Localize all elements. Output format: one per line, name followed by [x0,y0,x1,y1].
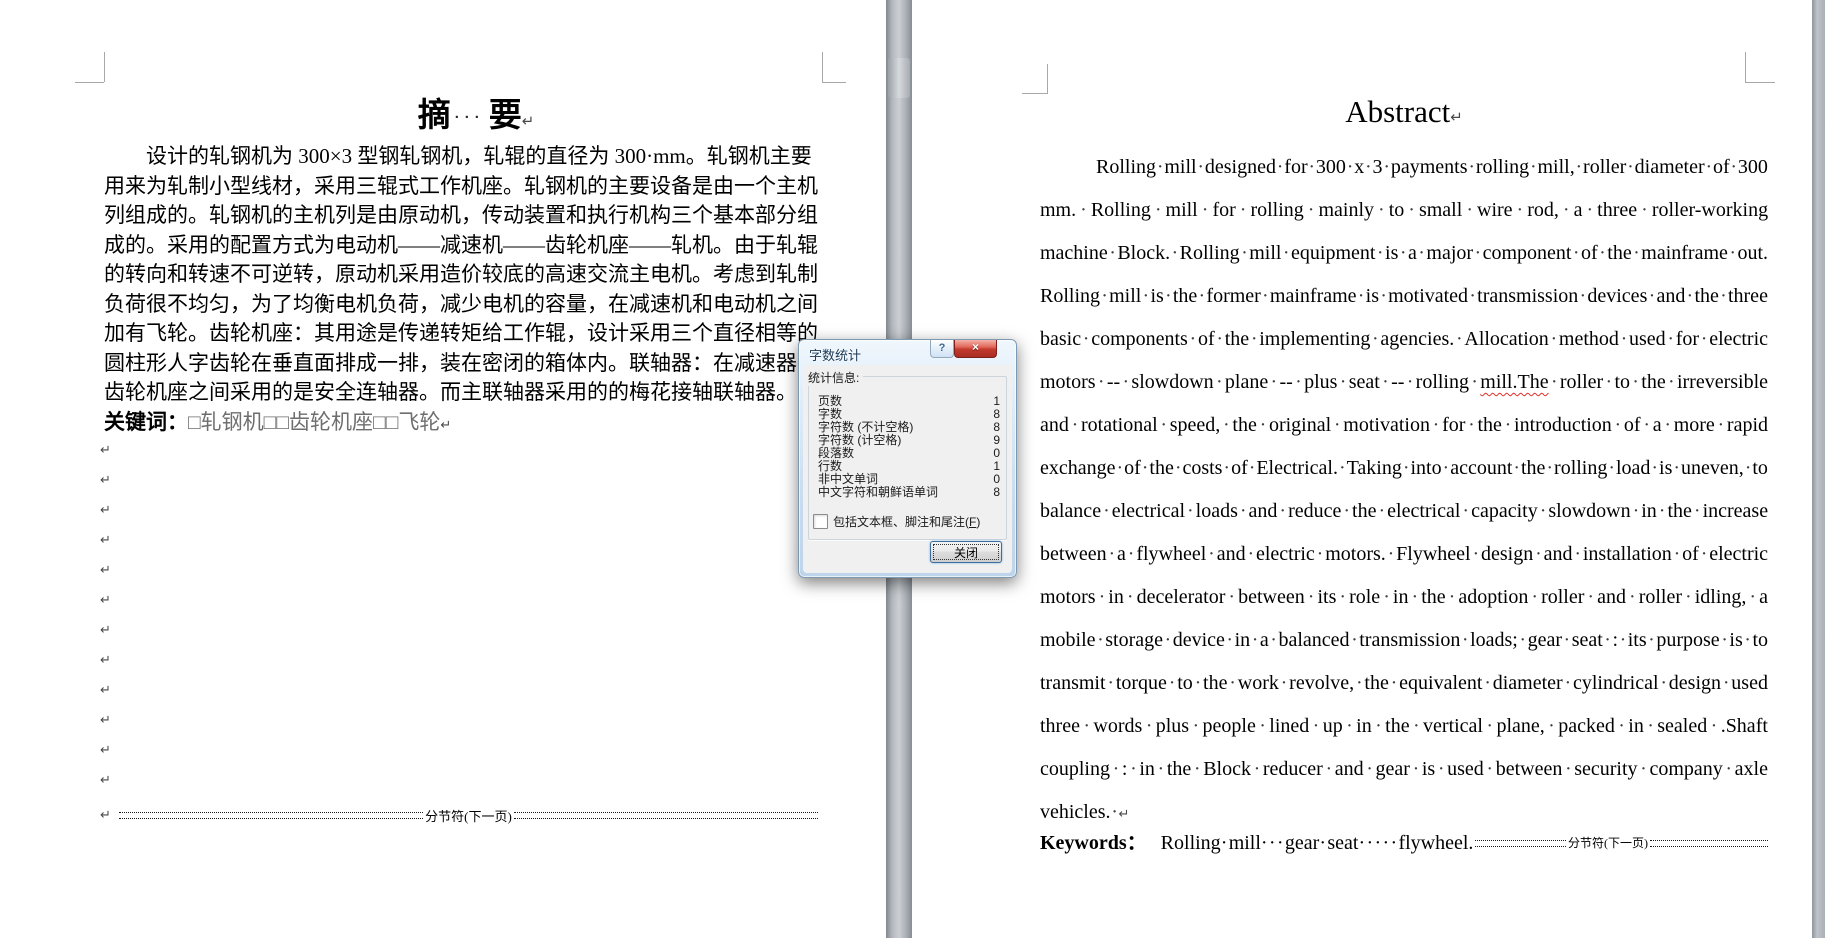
paragraph-mark: ↵ [100,533,111,548]
stat-row: 段落数 0 [818,447,1000,460]
title-text-left: 摘 [417,96,451,133]
paragraph-mark: ↵ [440,417,452,433]
paragraph-mark: ↵ [100,563,111,578]
chinese-title: 摘 ··· 要↵ [104,88,848,136]
text-line-with-spellcheck: motors · -- · slowdown · plane · -- · plus · seat · --… [1040,361,1768,404]
text-line: 成的。采用的配置方式为电动机——减速机——齿轮机座——轧机。由于轧辊 [104,232,818,257]
paragraph-mark: ↵ [100,773,111,788]
paragraph-mark: ↵ [100,683,111,698]
text-line: 用来为轧制小型线材，采用三辊式工作机座。轧钢机的主要设备是由一个主机 [104,173,818,198]
title-text-right: 要 [488,96,522,133]
fullwidth-space-marks: □轧钢机□□齿轮机座□□飞轮 [188,409,441,434]
stat-label: 中文字符和朝鲜语单词 [818,485,939,499]
keywords-line-en: Keywords： Rolling · mill · · · gear · seat · · · · · fl… [1040,824,1768,862]
include-footnotes-checkbox[interactable] [813,514,828,529]
text-line: 的转向和转速不可逆转，原动机采用造价较底的高速交流主电机。考虑到轧制 [104,262,818,286]
text-line: machine · Block. · Rolling · mill · equipment · is… [1040,242,1769,264]
text-line: transmit · torque · to · the · work · revolve, · the… [1040,672,1768,694]
text-line: between · a · flywheel · and · electric · motors. ·… [1040,543,1769,565]
paragraph-mark: ↵ [100,623,111,638]
text-line: 圆柱形人字齿轮在垂直面排成一排，装在密闭的箱体内。联轴器：在减速器 [104,350,797,375]
text-line: mm. · Rolling · mill · for · rolling · mainly · to · s… [1040,199,1769,221]
space-marks: ··· [454,108,485,126]
section-break-line [118,811,424,819]
keywords-line-zh: 关键词：□轧钢机□□齿轮机座□□飞轮↵ [104,407,852,437]
text-line: three · words · plus · people · lined · up · in · the ·… [1040,715,1768,737]
close-button[interactable]: 关闭 [930,541,1002,563]
text-line: and · rotational · speed, · the · original · motiv… [1040,414,1768,436]
paragraph-mark: ↵ [100,653,111,668]
page-chinese-abstract: 摘 ··· 要↵ 设计的轧钢机为 300×3 型钢轧钢机，轧辊的直径为 300·mm… [0,0,886,938]
section-break-line [513,811,819,819]
close-icon[interactable]: × [954,340,997,358]
word-two-page-view: 摘 ··· 要↵ 设计的轧钢机为 300×3 型钢轧钢机，轧辊的直径为 300·mm… [0,0,1825,938]
stat-value: 8 [993,485,1000,499]
title-text: Abstract [1345,94,1451,129]
english-title: Abstract↵ [1040,94,1768,130]
text-line: exchange · of · the · costs · of · Electrical. · Tak… [1040,457,1768,479]
word-count-dialog: 字数统计 ? × 统计信息: 页数 1 字数 8 字符数 (不计空格) 8 字符数 (… [798,339,1017,578]
stat-row: 中文字符和朝鲜语单词 8 [818,486,1000,499]
section-break-line [1650,839,1768,847]
section-break: 分节符(下一页) [1475,824,1768,862]
app-background-edge [1812,0,1825,938]
scrollbar-thumb[interactable] [888,58,910,98]
paragraph-mark: ↵ [100,473,111,488]
section-break-line [1475,839,1566,847]
text-line: 列组成的。轧钢机的主机列是由原动机，传动装置和执行机构三个基本部分组 [104,203,818,227]
text-line: motors · in · decelerator · between · its · role · i… [1040,586,1769,608]
dialog-title: 字数统计 [809,348,862,363]
text-line: 加有飞轮。齿轮机座：其用途是传递转矩给工作辊，设计采用三个直径相等的 [104,321,818,345]
text-line: balance · electrical · loads · and · reduce · the ·… [1040,500,1769,522]
statistics-group-label: 统计信息: [808,369,864,386]
text-line: coupling ·: · in · the · Block · reducer · and · gear… [1040,758,1768,780]
paragraph-mark: ↵ [100,743,111,758]
paragraph-mark: ↵ [1450,108,1463,126]
text-line: mobile · storage · device · in · a · balanced · tran… [1040,629,1768,651]
paragraph-mark: ↵ [100,807,111,823]
keywords-label-zh: 关键词： [104,410,188,434]
include-footnotes-row: 包括文本框、脚注和尾注(F) [813,513,980,530]
text-line: 齿轮机座之间采用的是安全连轴器。而主联轴器采用的的梅花接轴联轴器。 [104,380,797,404]
stat-row: 页数 1 [818,395,1000,408]
text-line: Rolling · mill · is · the · former · mainframe · is ·… [1040,285,1768,307]
checkbox-label: 包括文本框、脚注和尾注(F) [833,515,981,529]
section-break-label: 分节符(下一页) [1568,836,1648,850]
text-line: Rolling · mill · designed · for · 300 · x · 3 · paymen… [1096,156,1768,178]
text-line: 设计的轧钢机为 300×3 型钢轧钢机，轧辊的直径为 300·mm。轧钢机主要 [104,144,812,168]
keywords-text: Rolling · mill · · · gear · seat · · · · · flywheel. [1160,832,1474,854]
paragraph-mark: ↵ [100,713,111,728]
paragraph-mark: ↵ [100,593,111,608]
section-break: ↵ 分节符(下一页) [100,804,819,826]
help-icon[interactable]: ? [930,340,954,358]
dialog-body: 统计信息: 页数 1 字数 8 字符数 (不计空格) 8 字符数 (计空格) 9 段落数… [803,365,1012,573]
paragraph-mark: ↵ [100,503,111,518]
paragraph-mark: ↵ [521,112,535,130]
misspelled-word: mill.The [1480,371,1549,393]
text-line: basic · components · of · the · implementing · age… [1040,328,1769,350]
keywords-label-en: Keywords： [1040,832,1147,854]
section-break-label: 分节符(下一页) [425,808,512,824]
text-line: 负荷很不均匀，为了均衡电机负荷，减少电机的容量，在减速机和电动机之间 [104,291,818,316]
paragraph-mark: ↵ [100,443,111,458]
